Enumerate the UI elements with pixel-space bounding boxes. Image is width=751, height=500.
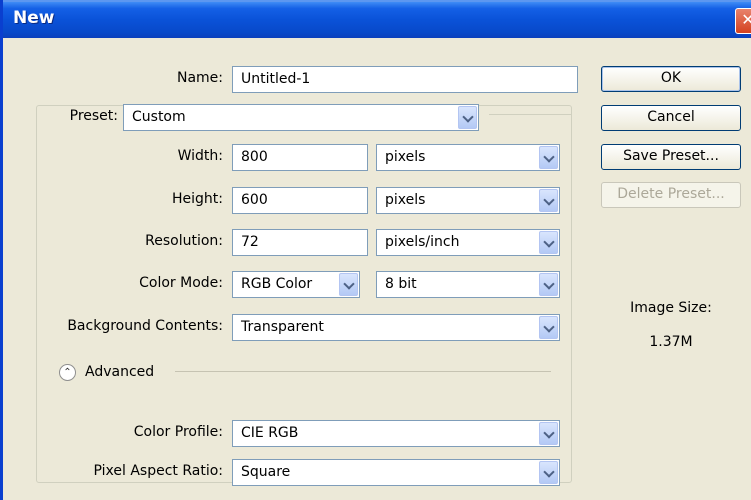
chevron-down-icon[interactable] [539, 231, 558, 254]
width-unit-dropdown[interactable]: pixels [376, 144, 560, 171]
name-field[interactable]: Untitled-1 [232, 66, 578, 93]
image-size-label: Image Size: [630, 300, 712, 316]
height-field[interactable]: 600 [232, 187, 368, 214]
chevron-down-icon[interactable] [539, 461, 558, 484]
save-preset-button[interactable]: Save Preset... [601, 144, 741, 170]
chevron-down-icon[interactable] [539, 146, 558, 169]
advanced-divider [175, 371, 551, 372]
color-profile-value: CIE RGB [241, 425, 299, 441]
width-field[interactable]: 800 [232, 144, 368, 171]
dialog-body: Name: Untitled-1 Preset: Custom Width: 8… [3, 38, 751, 500]
width-label: Width: [177, 148, 223, 164]
color-mode-label: Color Mode: [139, 275, 223, 291]
advanced-label[interactable]: Advanced [85, 364, 154, 380]
close-icon[interactable]: ✕ [735, 8, 751, 34]
height-unit-dropdown[interactable]: pixels [376, 187, 560, 214]
pixel-aspect-ratio-label: Pixel Aspect Ratio: [93, 463, 224, 479]
resolution-field[interactable]: 72 [232, 229, 368, 256]
chevron-down-icon[interactable] [539, 189, 558, 212]
chevron-down-icon[interactable] [458, 106, 477, 129]
chevron-down-icon[interactable] [539, 273, 558, 296]
bit-depth-dropdown[interactable]: 8 bit [376, 271, 560, 298]
cancel-button[interactable]: Cancel [601, 105, 741, 131]
chevron-down-icon[interactable] [539, 316, 558, 339]
title-bar[interactable]: New ✕ [3, 0, 751, 38]
preset-dropdown[interactable]: Custom [123, 104, 479, 131]
background-contents-dropdown[interactable]: Transparent [232, 314, 560, 341]
ok-button[interactable]: OK [601, 66, 741, 92]
chevron-down-icon[interactable] [539, 422, 558, 445]
bit-depth-value: 8 bit [385, 276, 417, 292]
pixel-aspect-ratio-dropdown[interactable]: Square [232, 459, 560, 486]
color-mode-dropdown[interactable]: RGB Color [232, 271, 360, 298]
height-unit-value: pixels [385, 192, 426, 208]
background-contents-value: Transparent [241, 319, 324, 335]
resolution-unit-dropdown[interactable]: pixels/inch [376, 229, 560, 256]
height-label: Height: [172, 191, 223, 207]
delete-preset-button[interactable]: Delete Preset... [601, 182, 741, 208]
new-document-dialog: New ✕ Name: Untitled-1 Preset: Custom Wi… [0, 0, 751, 500]
color-mode-value: RGB Color [241, 276, 313, 292]
background-contents-label: Background Contents: [67, 318, 223, 334]
collapse-up-icon[interactable]: ⌃ [59, 364, 76, 381]
resolution-label: Resolution: [145, 233, 223, 249]
chevron-down-icon[interactable] [339, 273, 358, 296]
color-profile-label: Color Profile: [133, 424, 223, 440]
preset-label: Preset: [53, 108, 118, 124]
window-title: New [13, 8, 55, 28]
preset-value: Custom [132, 109, 186, 125]
color-profile-dropdown[interactable]: CIE RGB [232, 420, 560, 447]
width-unit-value: pixels [385, 149, 426, 165]
resolution-unit-value: pixels/inch [385, 234, 460, 250]
name-label: Name: [176, 70, 223, 86]
image-size-value: 1.37M [649, 334, 693, 350]
pixel-aspect-ratio-value: Square [241, 464, 291, 480]
group-box-top-divider [489, 114, 572, 115]
